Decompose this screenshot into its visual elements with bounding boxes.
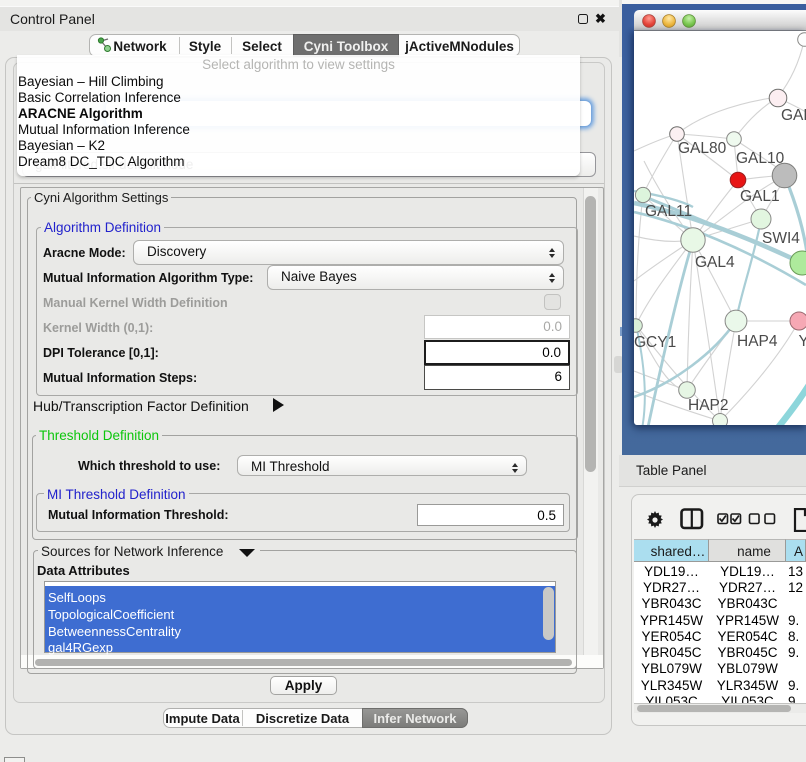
svg-text:SWI4: SWI4 <box>762 230 800 247</box>
svg-text:HAP4: HAP4 <box>737 333 778 350</box>
svg-text:GAL11: GAL11 <box>645 203 692 220</box>
svg-text:HAP2: HAP2 <box>688 397 729 414</box>
svg-text:GAL1: GAL1 <box>740 188 780 205</box>
svg-text:GAL10: GAL10 <box>736 150 785 167</box>
svg-text:GAL4: GAL4 <box>695 254 735 271</box>
svg-text:GAL7: GAL7 <box>781 107 806 124</box>
svg-text:YEL0: YEL0 <box>799 333 806 350</box>
svg-text:GAL80: GAL80 <box>678 140 727 157</box>
svg-text:GCY1: GCY1 <box>634 334 676 351</box>
